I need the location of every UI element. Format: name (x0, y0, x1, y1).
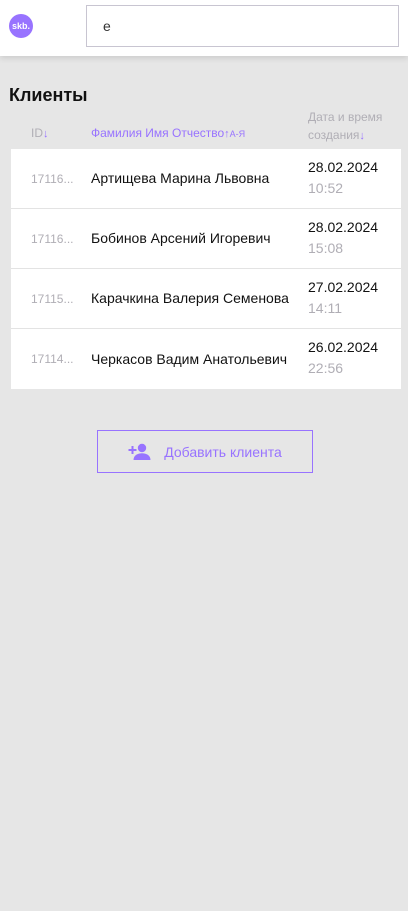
clients-table: 17116... Артищева Марина Львовна 28.02.2… (11, 149, 401, 389)
client-created-time: 14:11 (308, 300, 342, 316)
column-header-created-label-line2: создания (308, 128, 360, 142)
page-title: Клиенты (9, 85, 88, 105)
client-created-date: 28.02.2024 (308, 219, 379, 235)
arrow-down-icon: ↓ (359, 130, 365, 142)
add-client-button[interactable]: Добавить клиента (97, 430, 313, 473)
column-header-id-label: ID (31, 126, 43, 140)
client-created-time: 22:56 (308, 360, 344, 376)
column-header-name[interactable]: Фамилия Имя Отчество↑А-Я (91, 124, 245, 143)
add-client-button-label: Добавить клиента (164, 443, 282, 460)
client-created-date: 26.02.2024 (308, 339, 379, 355)
table-row[interactable]: 17115... Карачкина Валерия Семенова 27.0… (11, 269, 401, 329)
table-row[interactable]: 17116... Бобинов Арсений Игоревич 28.02.… (11, 209, 401, 269)
client-name: Артищева Марина Львовна (91, 170, 270, 186)
logo[interactable]: skb. (9, 14, 33, 38)
search-input[interactable] (86, 5, 399, 47)
column-header-created[interactable]: Дата и время создания↓ (308, 108, 382, 145)
add-user-icon (128, 443, 152, 461)
client-id: 17115... (31, 291, 74, 306)
client-created-time: 15:08 (308, 240, 344, 256)
table-row[interactable]: 17116... Артищева Марина Львовна 28.02.2… (11, 149, 401, 209)
app-header: skb. (0, 0, 408, 56)
client-created-time: 10:52 (308, 180, 344, 196)
client-name: Бобинов Арсений Игоревич (91, 230, 271, 246)
client-id: 17114... (31, 352, 74, 366)
client-name: Черкасов Вадим Анатольевич (91, 350, 288, 367)
client-created-date: 27.02.2024 (308, 279, 379, 295)
table-row[interactable]: 17114... Черкасов Вадим Анатольевич 26.0… (11, 329, 401, 389)
column-header-name-label: Фамилия Имя Отчество (91, 126, 225, 140)
client-created-date: 28.02.2024 (308, 159, 379, 175)
client-id: 17116... (31, 231, 74, 246)
client-name: Карачкина Валерия Семенова (91, 290, 289, 306)
sort-hint: А-Я (229, 129, 246, 139)
column-header-created-label-line1: Дата и время (308, 110, 383, 124)
column-header-id[interactable]: ID↓ (31, 124, 49, 143)
arrow-down-icon: ↓ (43, 128, 49, 140)
client-id: 17116... (31, 171, 74, 186)
